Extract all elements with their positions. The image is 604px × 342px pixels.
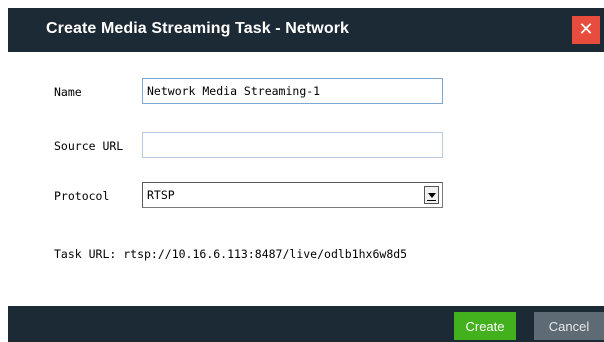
dialog-titlebar: Create Media Streaming Task - Network ✕ xyxy=(8,8,604,52)
dialog-body: Name Source URL Protocol RTSP Task URL: … xyxy=(8,52,604,306)
cancel-button[interactable]: Cancel xyxy=(534,312,604,340)
protocol-label: Protocol xyxy=(54,189,110,203)
name-label: Name xyxy=(54,85,82,99)
protocol-select[interactable]: RTSP xyxy=(142,182,443,208)
dialog-title: Create Media Streaming Task - Network xyxy=(46,20,350,37)
task-url-text: Task URL: rtsp://10.16.6.113:8487/live/o… xyxy=(54,247,408,261)
source-url-label: Source URL xyxy=(54,139,124,153)
name-input[interactable] xyxy=(142,78,443,104)
create-streaming-task-dialog: Create Media Streaming Task - Network ✕ … xyxy=(0,0,604,342)
chevron-down-icon[interactable] xyxy=(424,186,439,204)
close-icon: ✕ xyxy=(578,19,594,40)
close-button[interactable]: ✕ xyxy=(572,16,600,44)
protocol-selected-value: RTSP xyxy=(147,188,175,202)
source-url-input[interactable] xyxy=(142,132,443,158)
create-button[interactable]: Create xyxy=(454,312,516,340)
dialog-footer: Create Cancel xyxy=(8,306,604,342)
